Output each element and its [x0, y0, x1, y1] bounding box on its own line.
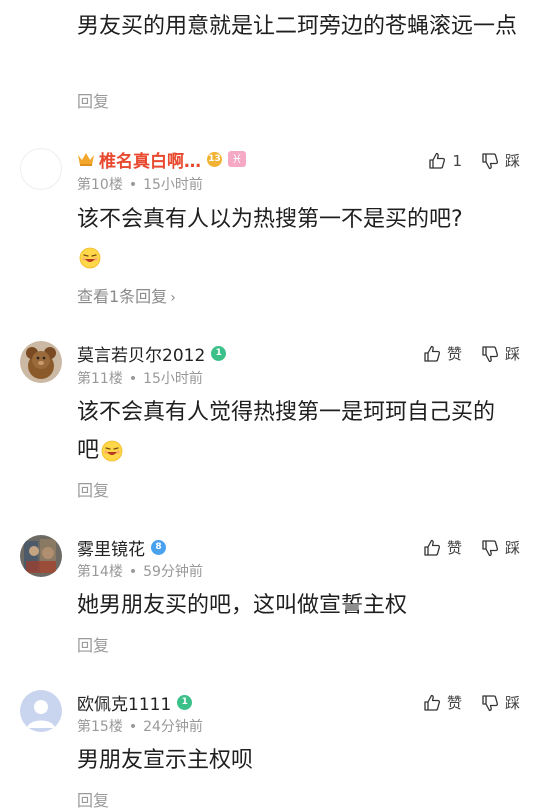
user-row: 雾里镜花 8: [77, 535, 166, 560]
dislike-button[interactable]: 踩: [480, 150, 520, 171]
view-replies-label: 查看1条回复: [77, 287, 168, 306]
level-badge: 13: [207, 151, 222, 167]
timestamp: 15小时前: [143, 177, 203, 193]
level-badge: 8: [151, 539, 166, 555]
comment-text: 该不会真有人以为热搜第一不是买的吧?: [77, 201, 522, 277]
comment-feed: 男友买的用意就是让二珂旁边的苍蝇滚远一点 回复 椎名真白啊… 13 ♓ 第10楼…: [0, 0, 540, 810]
floor-number: 第15楼: [77, 719, 123, 735]
avatar[interactable]: [20, 535, 62, 577]
comment-body: 该不会真有人以为热搜第一不是买的吧?: [77, 207, 463, 232]
avatar[interactable]: [20, 690, 62, 732]
comment-text: 她男朋友买的吧，这叫做宣誓主权: [77, 593, 408, 618]
crown-icon: [78, 153, 94, 166]
like-button[interactable]: 1: [427, 151, 462, 171]
thumbs-down-icon: [482, 539, 499, 556]
avatar[interactable]: [20, 341, 62, 383]
floor-number: 第14楼: [77, 564, 123, 580]
level-badge: 1: [211, 345, 227, 361]
thumbs-up-icon: [424, 345, 440, 362]
username[interactable]: 雾里镜花: [77, 535, 145, 560]
thumbs-up-icon: [429, 152, 446, 169]
like-label: 赞: [446, 694, 462, 712]
thumbs-down-icon: [482, 694, 499, 711]
like-button[interactable]: 赞: [422, 537, 462, 558]
like-count: 1: [452, 151, 462, 170]
laughing-emoji-icon: [101, 440, 123, 462]
thumbs-up-icon: [424, 694, 440, 711]
username[interactable]: 欧佩克1111: [77, 690, 171, 715]
dislike-label: 踩: [504, 345, 520, 363]
reply-button[interactable]: 回复: [77, 88, 109, 112]
comment-text: 男朋友宣示主权呗: [77, 748, 254, 773]
zodiac-badge: ♓: [228, 151, 246, 167]
thumbs-down-icon: [482, 152, 499, 169]
comment-actions: 赞 踩: [422, 692, 520, 713]
thumbs-down-icon: [482, 345, 499, 362]
comment-body: 该不会真有人觉得热搜第一是珂珂自己买的吧: [77, 400, 496, 463]
timestamp: 15小时前: [143, 371, 203, 387]
separator: •: [128, 177, 138, 193]
comment-text: 男友买的用意就是让二珂旁边的苍蝇滚远一点: [77, 14, 518, 39]
dislike-button[interactable]: 踩: [480, 343, 520, 364]
like-button[interactable]: 赞: [422, 692, 462, 713]
separator: •: [128, 564, 138, 580]
view-replies-button[interactable]: 查看1条回复 ›: [77, 283, 176, 307]
floor-number: 第11楼: [77, 371, 123, 387]
reply-button[interactable]: 回复: [77, 787, 109, 811]
comment-meta: 第10楼 • 15小时前: [77, 174, 203, 194]
reply-button[interactable]: 回复: [77, 477, 109, 501]
floor-number: 第10楼: [77, 177, 123, 193]
dislike-button[interactable]: 踩: [480, 537, 520, 558]
avatar[interactable]: [20, 148, 62, 190]
photo-avatar-icon: [20, 535, 62, 577]
dislike-button[interactable]: 踩: [480, 692, 520, 713]
like-button[interactable]: 赞: [422, 343, 462, 364]
timestamp: 24分钟前: [143, 719, 203, 735]
laughing-emoji-icon: [79, 247, 101, 269]
username[interactable]: 椎名真白啊…: [99, 147, 201, 172]
chevron-right-icon: ›: [170, 290, 176, 306]
user-row: 欧佩克1111 1: [77, 690, 193, 715]
dislike-label: 踩: [504, 694, 520, 712]
comment-meta: 第15楼 • 24分钟前: [77, 716, 203, 736]
username[interactable]: 莫言若贝尔2012: [77, 341, 205, 366]
level-badge: 1: [177, 694, 193, 710]
timestamp: 59分钟前: [143, 564, 203, 580]
default-user-avatar-icon: [20, 690, 62, 732]
comment-meta: 第14楼 • 59分钟前: [77, 561, 203, 581]
comment-actions: 赞 踩: [422, 343, 520, 364]
like-label: 赞: [446, 539, 462, 557]
dislike-label: 踩: [504, 152, 520, 170]
thumbs-up-icon: [424, 539, 440, 556]
teddy-bear-avatar-icon: [20, 341, 62, 383]
like-label: 赞: [446, 345, 462, 363]
separator: •: [128, 371, 138, 387]
dislike-label: 踩: [504, 539, 520, 557]
comment-actions: 赞 踩: [422, 537, 520, 558]
comment-actions: 1 踩: [427, 150, 520, 171]
user-row: 莫言若贝尔2012 1: [77, 341, 227, 366]
comment-meta: 第11楼 • 15小时前: [77, 368, 203, 388]
user-row: 椎名真白啊… 13 ♓: [77, 147, 246, 172]
reply-button[interactable]: 回复: [77, 632, 109, 656]
separator: •: [128, 719, 138, 735]
comment-text: 该不会真有人觉得热搜第一是珂珂自己买的吧: [77, 394, 507, 470]
